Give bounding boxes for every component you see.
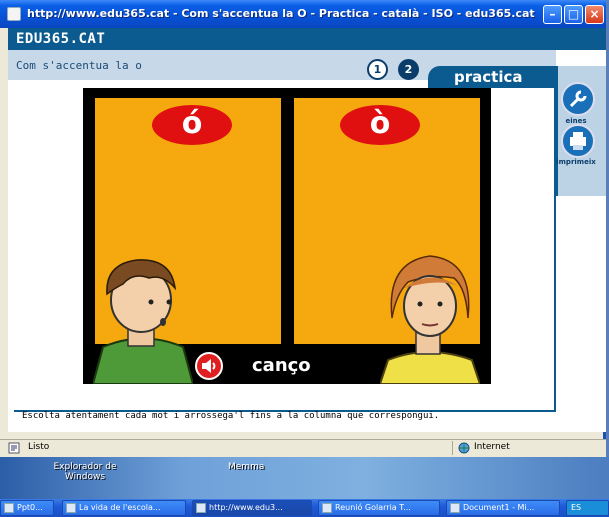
- language-indicator[interactable]: ES: [566, 500, 609, 516]
- activity-instruction: Escolta atentament cada mot i arrossega'…: [22, 411, 440, 421]
- window-title: http://www.edu365.cat - Com s'accentua l…: [27, 7, 537, 20]
- status-bar: [0, 439, 606, 457]
- minimize-button[interactable]: –: [543, 5, 562, 24]
- draggable-word[interactable]: canço: [252, 355, 311, 376]
- taskbar-item-active[interactable]: http://www.edu3...: [192, 500, 312, 516]
- zone-label: Internet: [474, 442, 510, 452]
- girl-character-illustration: [380, 255, 480, 384]
- status-divider: [452, 441, 453, 455]
- print-label: imprimeix: [556, 158, 596, 166]
- taskbar-item[interactable]: Document1 - Mi...: [446, 500, 560, 516]
- accent-label-o-grave: ò: [340, 105, 420, 145]
- close-button[interactable]: ×: [585, 5, 604, 24]
- taskbar-item[interactable]: La vida de l'escola...: [62, 500, 186, 516]
- page-icon: [8, 442, 20, 454]
- ie-icon: [7, 7, 21, 21]
- accent-label-o-acute: ó: [152, 105, 232, 145]
- boy-character-illustration: [93, 259, 193, 384]
- app-icon: [322, 503, 332, 513]
- app-icon: [4, 503, 14, 513]
- site-header: EDU365.CAT: [8, 28, 606, 50]
- title-bar[interactable]: http://www.edu365.cat - Com s'accentua l…: [0, 0, 606, 28]
- word-icon: [450, 503, 460, 513]
- taskbar-item[interactable]: Reunió Golarria T...: [318, 500, 440, 516]
- desktop-icon-memma[interactable]: Memma: [228, 462, 264, 472]
- status-text: Listo: [28, 442, 50, 452]
- ie-icon: [196, 503, 206, 513]
- maximize-button[interactable]: □: [564, 5, 583, 24]
- step-2-button[interactable]: 2: [398, 59, 419, 80]
- printer-icon[interactable]: [561, 124, 595, 158]
- step-1-button[interactable]: 1: [367, 59, 388, 80]
- wrench-icon[interactable]: [561, 82, 595, 116]
- site-logo[interactable]: EDU365.CAT: [16, 31, 105, 47]
- speaker-icon[interactable]: [195, 352, 223, 380]
- activity-title: Com s'accentua la o: [16, 59, 142, 72]
- app-icon: [66, 503, 76, 513]
- globe-icon: [458, 442, 470, 454]
- taskbar-item[interactable]: Ppt0...: [0, 500, 54, 516]
- desktop-icon-explorer[interactable]: Explorador de Windows: [50, 462, 120, 482]
